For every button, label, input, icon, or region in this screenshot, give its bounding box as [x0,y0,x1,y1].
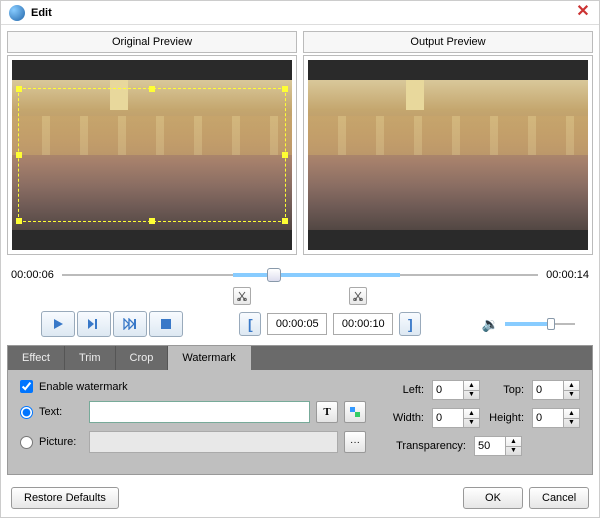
browse-icon[interactable]: ··· [344,431,366,453]
transparency-spinner[interactable]: ▲▼ [474,436,522,456]
enable-watermark-label: Enable watermark [39,381,128,393]
step-button[interactable] [77,311,111,337]
top-label: Top: [486,384,524,396]
tab-strip: Effect Trim Crop Watermark [8,346,592,370]
stop-button[interactable] [149,311,183,337]
footer: Restore Defaults OK Cancel [1,481,599,517]
text-label: Text: [39,406,83,418]
volume-slider[interactable] [505,321,575,327]
height-label: Height: [486,412,524,424]
color-icon[interactable] [344,401,366,423]
app-icon [9,5,25,21]
settings-panel: Effect Trim Crop Watermark Enable waterm… [7,345,593,475]
volume-icon[interactable]: 🔉 [482,316,499,333]
top-spinner[interactable]: ▲▼ [532,380,580,400]
next-button[interactable] [113,311,147,337]
transparency-label: Transparency: [386,440,466,452]
edit-dialog: Edit ✕ Original Preview Output Preview [0,0,600,518]
font-icon[interactable]: T [316,401,338,423]
watermark-text-input[interactable] [89,401,310,423]
playhead[interactable] [267,268,281,282]
original-preview[interactable] [7,55,297,255]
in-time[interactable]: 00:00:05 [267,313,327,335]
enable-watermark-checkbox[interactable] [20,380,33,393]
time-current: 00:00:06 [11,269,54,281]
window-title: Edit [31,7,575,19]
tab-trim[interactable]: Trim [65,346,116,370]
original-preview-header: Original Preview [7,31,297,53]
restore-defaults-button[interactable]: Restore Defaults [11,487,119,509]
time-total: 00:00:14 [546,269,589,281]
video-frame-output [308,80,588,230]
width-label: Width: [386,412,424,424]
mark-out-button[interactable]: ] [399,312,421,336]
watermark-picture-field [89,431,338,453]
left-spinner[interactable]: ▲▼ [432,380,480,400]
timeline: 00:00:06 00:00:14 [1,261,599,287]
picture-label: Picture: [39,436,83,448]
watermark-picture-radio[interactable] [20,436,33,449]
mark-in-button[interactable]: [ [239,312,261,336]
out-time[interactable]: 00:00:10 [333,313,393,335]
output-preview [303,55,593,255]
play-button[interactable] [41,311,75,337]
output-preview-header: Output Preview [303,31,593,53]
preview-area: Original Preview Output Preview [1,25,599,261]
seek-track[interactable] [62,265,538,285]
titlebar: Edit ✕ [1,1,599,25]
playback-controls: [ 00:00:05 00:00:10 ] 🔉 [1,307,599,345]
cut-end-icon[interactable] [349,287,367,305]
left-label: Left: [386,384,424,396]
cut-start-icon[interactable] [233,287,251,305]
height-spinner[interactable]: ▲▼ [532,408,580,428]
close-icon[interactable]: ✕ [575,5,591,21]
crop-selection[interactable] [18,88,286,222]
ok-button[interactable]: OK [463,487,523,509]
width-spinner[interactable]: ▲▼ [432,408,480,428]
tab-watermark[interactable]: Watermark [168,346,250,370]
tab-crop[interactable]: Crop [116,346,169,370]
watermark-text-radio[interactable] [20,406,33,419]
tab-effect[interactable]: Effect [8,346,65,370]
cancel-button[interactable]: Cancel [529,487,589,509]
